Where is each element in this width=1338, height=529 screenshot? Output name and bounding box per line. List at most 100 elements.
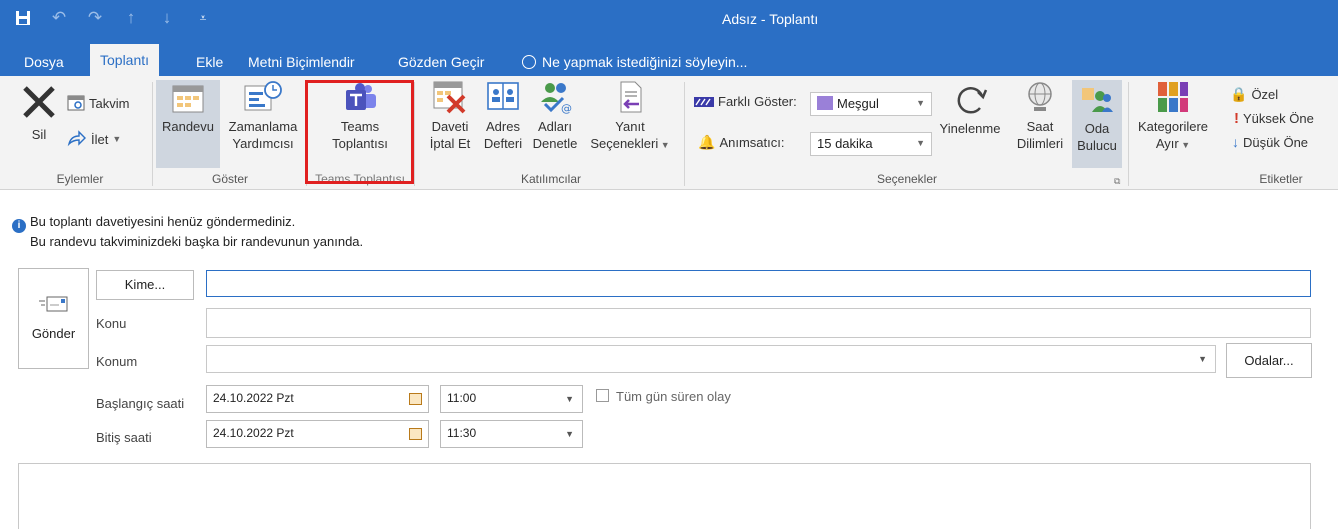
appointment-button[interactable]: Randevu (156, 80, 220, 168)
show-as-dropdown[interactable]: Meşgul ▼ (810, 92, 932, 116)
end-time-label: Bitiş saati (96, 430, 152, 445)
exclamation-icon: ! (1234, 110, 1239, 127)
title-bar: ↶ ↷ ↑ ↓ ⩡ Adsız - Toplantı (0, 0, 1338, 40)
categorize-button[interactable]: Kategorilere Ayır ▼ (1130, 80, 1216, 154)
ribbon: Sil Takvim İlet ▼ Eylemler Randevu Zaman… (0, 76, 1338, 190)
send-button[interactable]: Gönder (18, 268, 89, 369)
forward-label: İlet (91, 131, 109, 147)
start-date-input[interactable]: 24.10.2022 Pzt (206, 385, 429, 413)
show-as-value: Meşgul (837, 96, 879, 111)
show-as-text: Farklı Göster: (718, 94, 797, 109)
down-arrow-icon: ↓ (1232, 134, 1239, 150)
save-icon[interactable] (14, 8, 32, 28)
info-line1: Bu toplantı davetiyesini henüz göndermed… (30, 214, 296, 229)
cancel-invitation-icon (433, 81, 466, 114)
low-importance-button[interactable]: ↓ Düşük Öne (1232, 134, 1308, 150)
categorize-icon (1158, 82, 1188, 112)
reminder-dropdown[interactable]: 15 dakika ▼ (810, 132, 932, 156)
response-options-line2: Seçenekleri (590, 136, 659, 151)
rooms-button[interactable]: Odalar... (1226, 343, 1312, 378)
end-time-dropdown[interactable]: 11:30 ▼ (440, 420, 583, 448)
scheduling-assistant-button[interactable]: Zamanlama Yardımcısı (222, 80, 304, 152)
tab-dosya[interactable]: Dosya (14, 48, 74, 76)
up-arrow-icon[interactable]: ↑ (122, 8, 140, 28)
forward-button[interactable]: İlet ▼ (67, 130, 121, 148)
time-zones-line2: Dilimleri (1016, 136, 1064, 151)
room-finder-button[interactable]: Oda Bulucu (1072, 80, 1122, 168)
cancel-invitation-line2: İptal Et (429, 136, 471, 151)
calendar-icon (67, 95, 85, 111)
customize-icon[interactable]: ⩡ (194, 8, 212, 28)
high-importance-label: Yüksek Öne (1243, 111, 1314, 126)
cancel-invitation-button[interactable]: Daveti İptal Et (424, 80, 476, 152)
divider (414, 82, 415, 186)
divider (152, 82, 153, 186)
room-finder-icon (1082, 88, 1113, 112)
delete-button[interactable]: Sil (16, 82, 62, 143)
recurrence-icon (957, 87, 988, 114)
delete-icon (23, 86, 55, 118)
svg-text:@: @ (561, 102, 572, 114)
reminder-text: Anımsatıcı: (719, 135, 785, 150)
appointment-icon (172, 85, 204, 113)
categorize-line1: Kategorilere (1137, 119, 1209, 134)
address-book-icon (487, 82, 519, 110)
calendar-label: Takvim (89, 95, 130, 111)
group-label-katilimcilar: Katılımcılar (520, 172, 581, 186)
subject-input[interactable] (206, 308, 1311, 338)
tab-toplanti[interactable]: Toplantı (90, 44, 160, 76)
chevron-down-icon: ▼ (1178, 140, 1191, 150)
to-button[interactable]: Kime... (96, 270, 194, 300)
tell-me-label: Ne yapmak istediğinizi söyleyin... (542, 54, 748, 70)
appointment-label: Randevu (161, 119, 215, 134)
all-day-checkbox[interactable] (596, 389, 609, 402)
time-zones-line1: Saat (1026, 119, 1054, 134)
chevron-down-icon[interactable]: ▼ (1198, 354, 1207, 364)
undo-icon[interactable]: ↶ (50, 8, 68, 28)
send-envelope-icon (38, 296, 67, 312)
calendar-button[interactable]: Takvim (67, 94, 129, 112)
calendar-picker-icon[interactable] (409, 393, 422, 405)
group-label-secenekler: Seçenekler (876, 172, 938, 186)
start-time-dropdown[interactable]: 11:00 ▼ (440, 385, 583, 413)
group-label-etiketler: Etiketler (1259, 172, 1303, 186)
location-label: Konum (96, 354, 138, 369)
cancel-invitation-line1: Daveti (431, 119, 469, 134)
check-names-button[interactable]: @ Adları Denetle (530, 80, 580, 152)
start-date-value: 24.10.2022 Pzt (213, 391, 294, 405)
check-names-icon: @ (541, 83, 572, 114)
to-input[interactable] (206, 270, 1311, 297)
response-options-button[interactable]: Yanıt Seçenekleri ▼ (582, 80, 678, 154)
address-book-button[interactable]: Adres Defteri (478, 80, 528, 152)
recurrence-label: Yinelenme (939, 121, 1001, 136)
location-input[interactable]: ▼ (206, 345, 1216, 373)
bell-icon: 🔔 (698, 134, 716, 150)
time-zones-button[interactable]: Saat Dilimleri (1010, 80, 1070, 152)
end-date-input[interactable]: 24.10.2022 Pzt (206, 420, 429, 448)
group-label-goster: Göster (211, 172, 248, 186)
end-date-value: 24.10.2022 Pzt (213, 426, 294, 440)
send-label: Gönder (31, 326, 76, 341)
quick-access-toolbar: ↶ ↷ ↑ ↓ ⩡ (14, 8, 212, 28)
private-button[interactable]: 🔒 Özel (1230, 86, 1278, 103)
divider (1128, 82, 1129, 186)
all-day-label: Tüm gün süren olay (616, 389, 731, 404)
busy-swatch (817, 96, 833, 110)
tab-gozden-gecir[interactable]: Gözden Geçir (388, 48, 494, 76)
high-importance-button[interactable]: ! Yüksek Öne (1234, 110, 1314, 127)
chevron-down-icon: ▼ (112, 134, 122, 144)
scheduling-assistant-icon (244, 81, 282, 111)
tell-me-search[interactable]: Ne yapmak istediğinizi söyleyin... (512, 48, 757, 76)
tab-metni-bicimlendir[interactable]: Metni Biçimlendir (238, 48, 365, 76)
chevron-down-icon: ▼ (565, 394, 574, 404)
calendar-picker-icon[interactable] (409, 428, 422, 440)
down-arrow-icon[interactable]: ↓ (158, 8, 176, 28)
recurrence-button[interactable]: Yinelenme (934, 82, 1006, 137)
tab-ekle[interactable]: Ekle (186, 48, 233, 76)
dialog-launcher-icon[interactable]: ⧉ (1114, 176, 1120, 187)
redo-icon[interactable]: ↷ (86, 8, 104, 28)
chevron-down-icon: ▼ (916, 98, 925, 108)
scheduling-line1: Zamanlama (228, 119, 298, 134)
meeting-body-editor[interactable] (18, 463, 1311, 529)
address-book-line2: Defteri (483, 136, 523, 151)
